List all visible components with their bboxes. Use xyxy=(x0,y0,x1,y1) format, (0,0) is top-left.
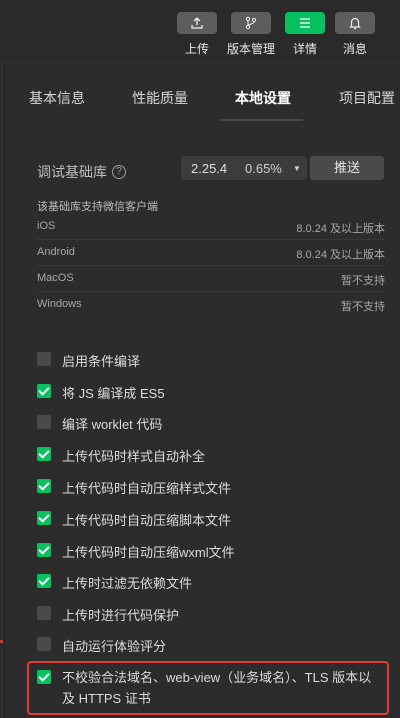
checkbox[interactable] xyxy=(37,384,51,398)
os-name: iOS xyxy=(37,220,56,232)
checkbox[interactable] xyxy=(37,415,51,429)
option-compile-worklet[interactable]: 编译 worklet 代码 xyxy=(37,414,162,434)
option-minify-wxml[interactable]: 上传代码时自动压缩wxml文件 xyxy=(37,542,235,562)
debug-lib-text: 调试基础库 xyxy=(37,164,107,180)
option-auto-audit[interactable]: 自动运行体验评分 xyxy=(37,636,166,656)
branch-icon xyxy=(231,12,271,34)
option-label: 上传代码时样式自动补全 xyxy=(62,449,206,464)
checkbox[interactable] xyxy=(37,574,51,588)
checkbox[interactable] xyxy=(37,447,51,461)
option-js-to-es5[interactable]: 将 JS 编译成 ES5 xyxy=(37,383,165,403)
option-label: 上传代码时自动压缩脚本文件 xyxy=(62,513,232,528)
option-filter-unused-files[interactable]: 上传时过滤无依赖文件 xyxy=(37,573,192,593)
os-name: Windows xyxy=(37,298,82,310)
tab-basic-info[interactable]: 基本信息 xyxy=(29,88,85,108)
os-name: Android xyxy=(37,246,75,258)
option-label: 启用条件编译 xyxy=(62,354,141,369)
option-label: 上传时过滤无依赖文件 xyxy=(62,576,193,591)
lib-version-value: 2.25.4 xyxy=(191,160,228,176)
details-button[interactable]: 详情 xyxy=(283,12,327,57)
option-label: 不校验合法域名、web-view（业务域名）、TLS 版本以及 HTTPS 证书 xyxy=(62,670,372,706)
tab-performance[interactable]: 性能质量 xyxy=(132,88,188,108)
messages-button[interactable]: 消息 xyxy=(333,12,377,57)
option-label: 上传代码时自动压缩样式文件 xyxy=(62,481,232,496)
os-support-row: Windows 暂不支持 xyxy=(37,292,385,318)
upload-button[interactable]: 上传 xyxy=(175,12,219,57)
option-skip-domain-check[interactable]: 不校验合法域名、web-view（业务域名）、TLS 版本以及 HTTPS 证书 xyxy=(37,667,377,711)
help-icon[interactable]: ? xyxy=(112,165,126,179)
push-button[interactable]: 推送 xyxy=(310,156,384,180)
option-label: 将 JS 编译成 ES5 xyxy=(62,386,165,401)
top-toolbar: 上传 版本管理 详情 消息 xyxy=(0,0,400,62)
lib-version-select[interactable]: 2.25.4 0.65% ▼ xyxy=(181,156,307,180)
option-label: 上传时进行代码保护 xyxy=(62,608,180,623)
messages-label: 消息 xyxy=(342,42,367,56)
option-minify-script[interactable]: 上传代码时自动压缩脚本文件 xyxy=(37,510,231,530)
option-conditional-compile[interactable]: 启用条件编译 xyxy=(37,351,140,371)
upload-icon xyxy=(177,12,217,34)
checkbox[interactable] xyxy=(37,543,51,557)
option-code-protect[interactable]: 上传时进行代码保护 xyxy=(37,605,179,625)
os-support-row: MacOS 暂不支持 xyxy=(37,266,385,292)
option-minify-style[interactable]: 上传代码时自动压缩样式文件 xyxy=(37,478,231,498)
tab-bar: 基本信息 性能质量 本地设置 项目配置 xyxy=(5,64,400,121)
list-icon xyxy=(285,12,325,34)
os-support-row: Android 8.0.24 及以上版本 xyxy=(37,240,385,266)
os-version: 8.0.24 及以上版本 xyxy=(296,223,385,235)
bell-icon xyxy=(335,12,375,34)
edge-marker xyxy=(0,640,3,643)
support-caption: 该基础库支持微信客户端 xyxy=(37,201,158,213)
option-label: 编译 worklet 代码 xyxy=(62,417,163,432)
option-label: 上传代码时自动压缩wxml文件 xyxy=(62,545,235,560)
checkbox[interactable] xyxy=(37,637,51,651)
option-label: 自动运行体验评分 xyxy=(62,639,167,654)
details-panel: 基本信息 性能质量 本地设置 项目配置 调试基础库 ? 2.25.4 0.65%… xyxy=(4,64,400,718)
checkbox[interactable] xyxy=(37,670,51,684)
debug-lib-label: 调试基础库 ? xyxy=(37,162,126,182)
os-version: 暂不支持 xyxy=(341,301,385,313)
os-version: 8.0.24 及以上版本 xyxy=(296,249,385,261)
checkbox[interactable] xyxy=(37,352,51,366)
lib-version-percent: 0.65% xyxy=(245,160,282,176)
checkbox[interactable] xyxy=(37,606,51,620)
active-tab-indicator xyxy=(221,119,303,121)
checkbox[interactable] xyxy=(37,479,51,493)
checkbox[interactable] xyxy=(37,511,51,525)
tab-local-settings[interactable]: 本地设置 xyxy=(235,88,291,108)
version-management-button[interactable]: 版本管理 xyxy=(227,12,275,57)
os-version: 暂不支持 xyxy=(341,275,385,287)
os-name: MacOS xyxy=(37,272,74,284)
tab-project-config[interactable]: 项目配置 xyxy=(339,88,395,108)
chevron-down-icon: ▼ xyxy=(293,163,301,173)
os-support-row: iOS 8.0.24 及以上版本 xyxy=(37,214,385,240)
option-style-autoprefix[interactable]: 上传代码时样式自动补全 xyxy=(37,446,205,466)
